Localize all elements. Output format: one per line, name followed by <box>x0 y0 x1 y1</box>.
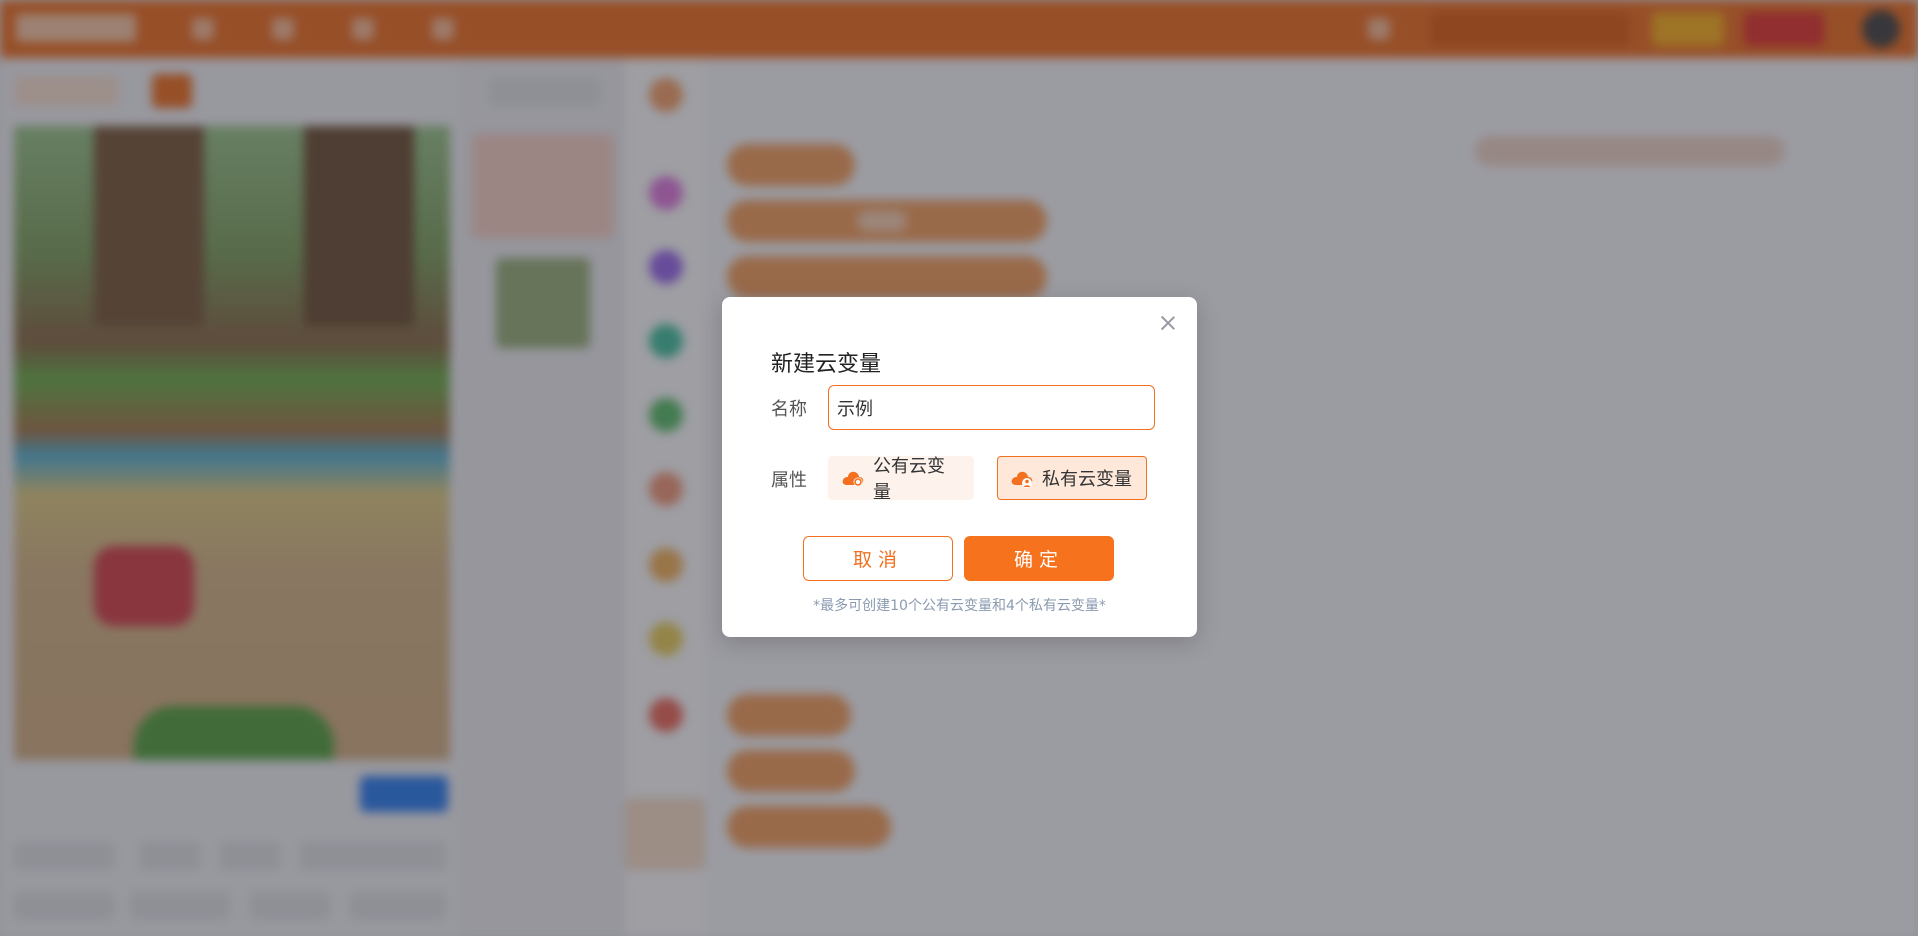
dialog-title: 新建云变量 <box>771 352 882 377</box>
close-icon[interactable] <box>1158 313 1178 333</box>
private-cloud-variable-option[interactable]: 私有云变量 <box>997 456 1147 500</box>
new-cloud-variable-dialog: 新建云变量 名称 属性 公有云变量 私有云变量 取消 确定 *最多可创建10个公… <box>722 297 1197 637</box>
name-label: 名称 <box>771 399 807 420</box>
cloud-private-icon <box>1011 471 1033 488</box>
limit-hint: *最多可创建10个公有云变量和4个私有云变量* <box>813 598 1106 614</box>
confirm-button[interactable]: 确定 <box>964 536 1114 581</box>
cancel-button[interactable]: 取消 <box>803 536 953 581</box>
public-cloud-variable-option[interactable]: 公有云变量 <box>828 456 974 503</box>
property-label: 属性 <box>771 470 807 491</box>
cloud-public-icon <box>842 471 864 487</box>
private-option-label: 私有云变量 <box>1042 469 1132 490</box>
public-option-label: 公有云变量 <box>873 456 945 503</box>
variable-name-input[interactable] <box>828 385 1155 430</box>
